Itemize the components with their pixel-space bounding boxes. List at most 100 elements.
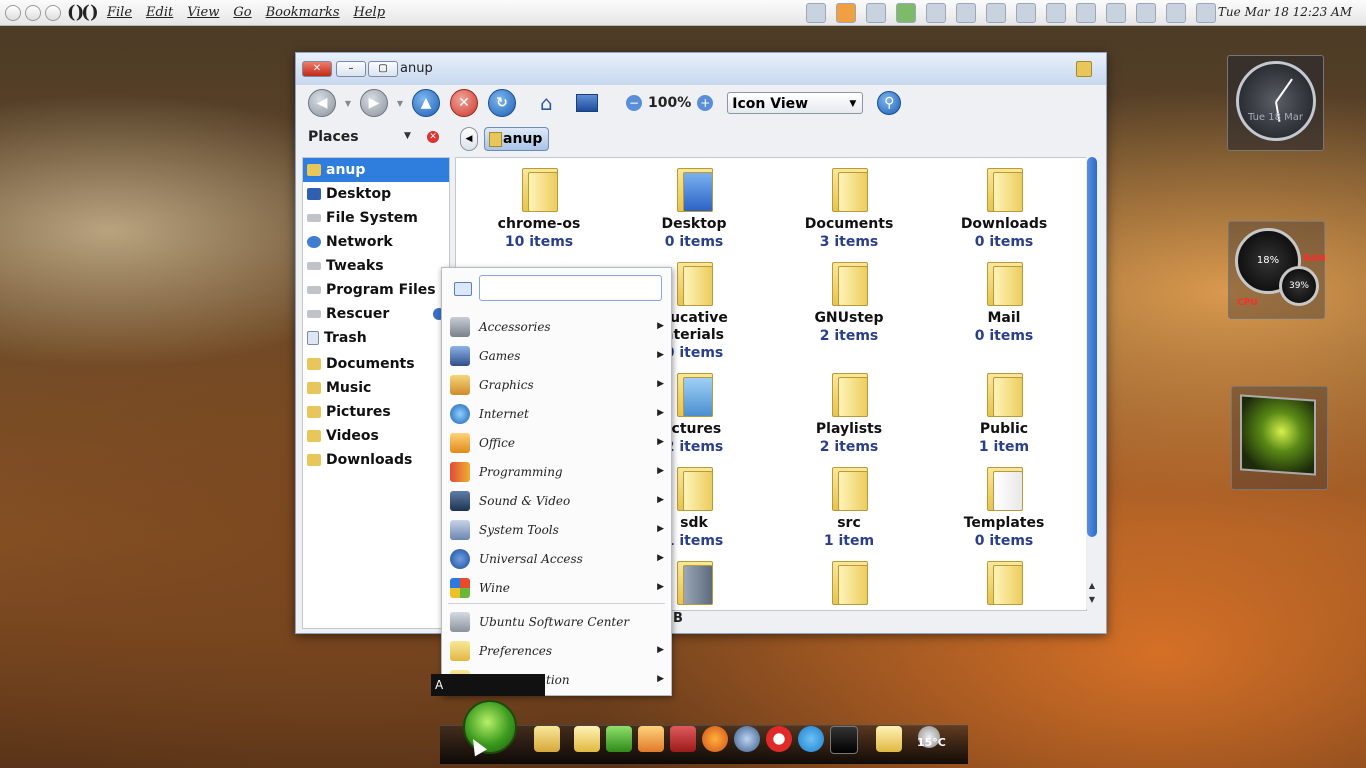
menu-bookmarks[interactable]: Bookmarks [266, 5, 340, 20]
dictionary-icon[interactable] [670, 726, 696, 752]
up-button[interactable]: ▲ [412, 89, 440, 117]
file-item-partial[interactable] [774, 559, 924, 609]
forward-button[interactable]: ▶ [360, 89, 388, 117]
menu-item-preferences[interactable]: Preferences ▶ [442, 636, 671, 665]
fish-icon[interactable] [836, 3, 856, 23]
file-item-templates[interactable]: Templates 0 items [929, 465, 1079, 551]
pen-icon[interactable] [956, 3, 976, 23]
chrome-icon[interactable] [734, 726, 760, 752]
reload-button[interactable]: ↻ [488, 89, 516, 117]
file-item-partial[interactable] [929, 559, 1079, 609]
places-header[interactable]: Places [308, 129, 359, 145]
sidebar-item-anup[interactable]: anup [303, 158, 449, 182]
scrollbar-thumb[interactable] [1087, 157, 1097, 537]
zoom-in-icon[interactable]: + [697, 95, 714, 111]
menu-item-sound-video[interactable]: Sound & Video ▶ [442, 486, 671, 515]
cloud-icon[interactable] [866, 3, 886, 23]
network-icon[interactable] [926, 3, 946, 23]
sidebar-item-rescuer[interactable]: Rescuer [303, 302, 449, 326]
sidebar-item-desktop[interactable]: Desktop [303, 182, 449, 206]
file-item-mail[interactable]: Mail 0 items [929, 260, 1079, 346]
places-chevron-down-icon[interactable]: ▼ [404, 131, 411, 141]
sidebar-item-program-files[interactable]: Program Files [303, 278, 449, 302]
back-history-arrow[interactable]: ▼ [336, 99, 360, 108]
printer-icon[interactable] [1016, 3, 1036, 23]
menu-search-input[interactable] [479, 275, 662, 301]
menu-item-wine[interactable]: Wine ▶ [442, 573, 671, 602]
maximize-dot-icon[interactable] [45, 4, 61, 21]
zoom-out-icon[interactable]: − [626, 95, 642, 111]
path-left-arrow-icon[interactable]: ◀ [460, 127, 478, 151]
menu-view[interactable]: View [187, 5, 219, 20]
vertical-scrollbar[interactable]: ▲ ▼ [1086, 157, 1098, 609]
minimize-button[interactable]: – [336, 61, 366, 77]
menu-item-software-center[interactable]: Ubuntu Software Center [442, 607, 671, 636]
file-item-downloads[interactable]: Downloads 0 items [929, 166, 1079, 252]
layers-icon[interactable] [986, 3, 1006, 23]
scroll-down-arrow-icon[interactable]: ▼ [1087, 595, 1097, 605]
menu-go[interactable]: Go [233, 5, 251, 20]
view-mode-select[interactable]: Icon View ▼ [727, 92, 864, 114]
panel-clock[interactable]: Tue Mar 18 12:23 AM [1218, 5, 1352, 19]
menu-help[interactable]: Help [354, 5, 386, 20]
menu-item-games[interactable]: Games ▶ [442, 341, 671, 370]
volume-icon[interactable] [1196, 3, 1216, 23]
settings-icon[interactable] [606, 726, 632, 752]
search-button[interactable]: ⚲ [877, 91, 902, 115]
scroll-up-arrow-icon[interactable]: ▲ [1087, 581, 1097, 591]
menu-item-office[interactable]: Office ▶ [442, 428, 671, 457]
files-icon[interactable] [574, 726, 600, 752]
close-button[interactable]: ✕ [302, 61, 332, 77]
sidebar-item-tweaks[interactable]: Tweaks [303, 254, 449, 278]
menu-item-programming[interactable]: Programming ▶ [442, 457, 671, 486]
back-button[interactable]: ◀ [308, 89, 336, 117]
home-icon[interactable]: ⌂ [540, 93, 562, 113]
menu-item-system-tools[interactable]: System Tools ▶ [442, 515, 671, 544]
terminal-icon[interactable] [830, 726, 858, 754]
paint-icon[interactable] [638, 726, 664, 752]
minimize-dot-icon[interactable] [25, 4, 41, 21]
album-cover-widget[interactable] [1231, 386, 1328, 490]
file-item-chrome-os[interactable]: chrome-os 10 items [464, 166, 614, 252]
sidebar-item-documents[interactable]: Documents [303, 352, 449, 376]
grid-icon[interactable] [1046, 3, 1066, 23]
signal-icon[interactable] [1166, 3, 1186, 23]
computer-icon[interactable] [576, 94, 598, 112]
flag-icon[interactable] [1106, 3, 1126, 23]
menu-item-internet[interactable]: Internet ▶ [442, 399, 671, 428]
file-item-public[interactable]: Public 1 item [929, 371, 1079, 457]
sidebar-item-trash[interactable]: Trash [303, 326, 449, 350]
close-dot-icon[interactable] [5, 4, 21, 21]
panel-icon[interactable] [1076, 3, 1096, 23]
logo-icon[interactable]: ( )( ) [67, 2, 101, 23]
maximize-button[interactable]: ▢ [368, 61, 398, 77]
skype-icon[interactable] [798, 726, 824, 752]
file-item-documents[interactable]: Documents 3 items [774, 166, 924, 252]
title-bar[interactable]: ✕ – ▢ anup [296, 53, 1106, 85]
stop-button[interactable]: ✕ [450, 89, 478, 117]
sidebar-item-file-system[interactable]: File System [303, 206, 449, 230]
sidebar-item-network[interactable]: Network [303, 230, 449, 254]
monitor-icon[interactable] [896, 3, 916, 23]
sidebar-item-downloads[interactable]: Downloads [303, 448, 449, 472]
menu-item-universal-access[interactable]: Universal Access ▶ [442, 544, 671, 573]
file-item-src[interactable]: src 1 item [774, 465, 924, 551]
user-folder-icon[interactable] [534, 726, 560, 752]
menu-edit[interactable]: Edit [146, 5, 173, 20]
file-item-playlists[interactable]: Playlists 2 items [774, 371, 924, 457]
file-item-gnustep[interactable]: GNUstep 2 items [774, 260, 924, 346]
opera-icon[interactable] [766, 726, 792, 752]
file-item-desktop[interactable]: Desktop 0 items [619, 166, 769, 252]
sidebar-close-icon[interactable]: ✕ [427, 131, 439, 143]
menu-item-accessories[interactable]: Accessories ▶ [442, 312, 671, 341]
clipboard-icon[interactable] [1136, 3, 1156, 23]
firefox-icon[interactable] [702, 726, 728, 752]
menu-file[interactable]: File [107, 5, 132, 20]
window-icon[interactable] [806, 3, 826, 23]
sidebar-item-music[interactable]: Music [303, 376, 449, 400]
sidebar-item-pictures[interactable]: Pictures [303, 400, 449, 424]
forward-history-arrow[interactable]: ▼ [388, 99, 412, 108]
clock-widget[interactable]: Tue 18 Mar [1227, 55, 1324, 151]
system-monitor-widget[interactable]: 18% 39% CPU RAM [1228, 221, 1326, 319]
sidebar-item-videos[interactable]: Videos [303, 424, 449, 448]
